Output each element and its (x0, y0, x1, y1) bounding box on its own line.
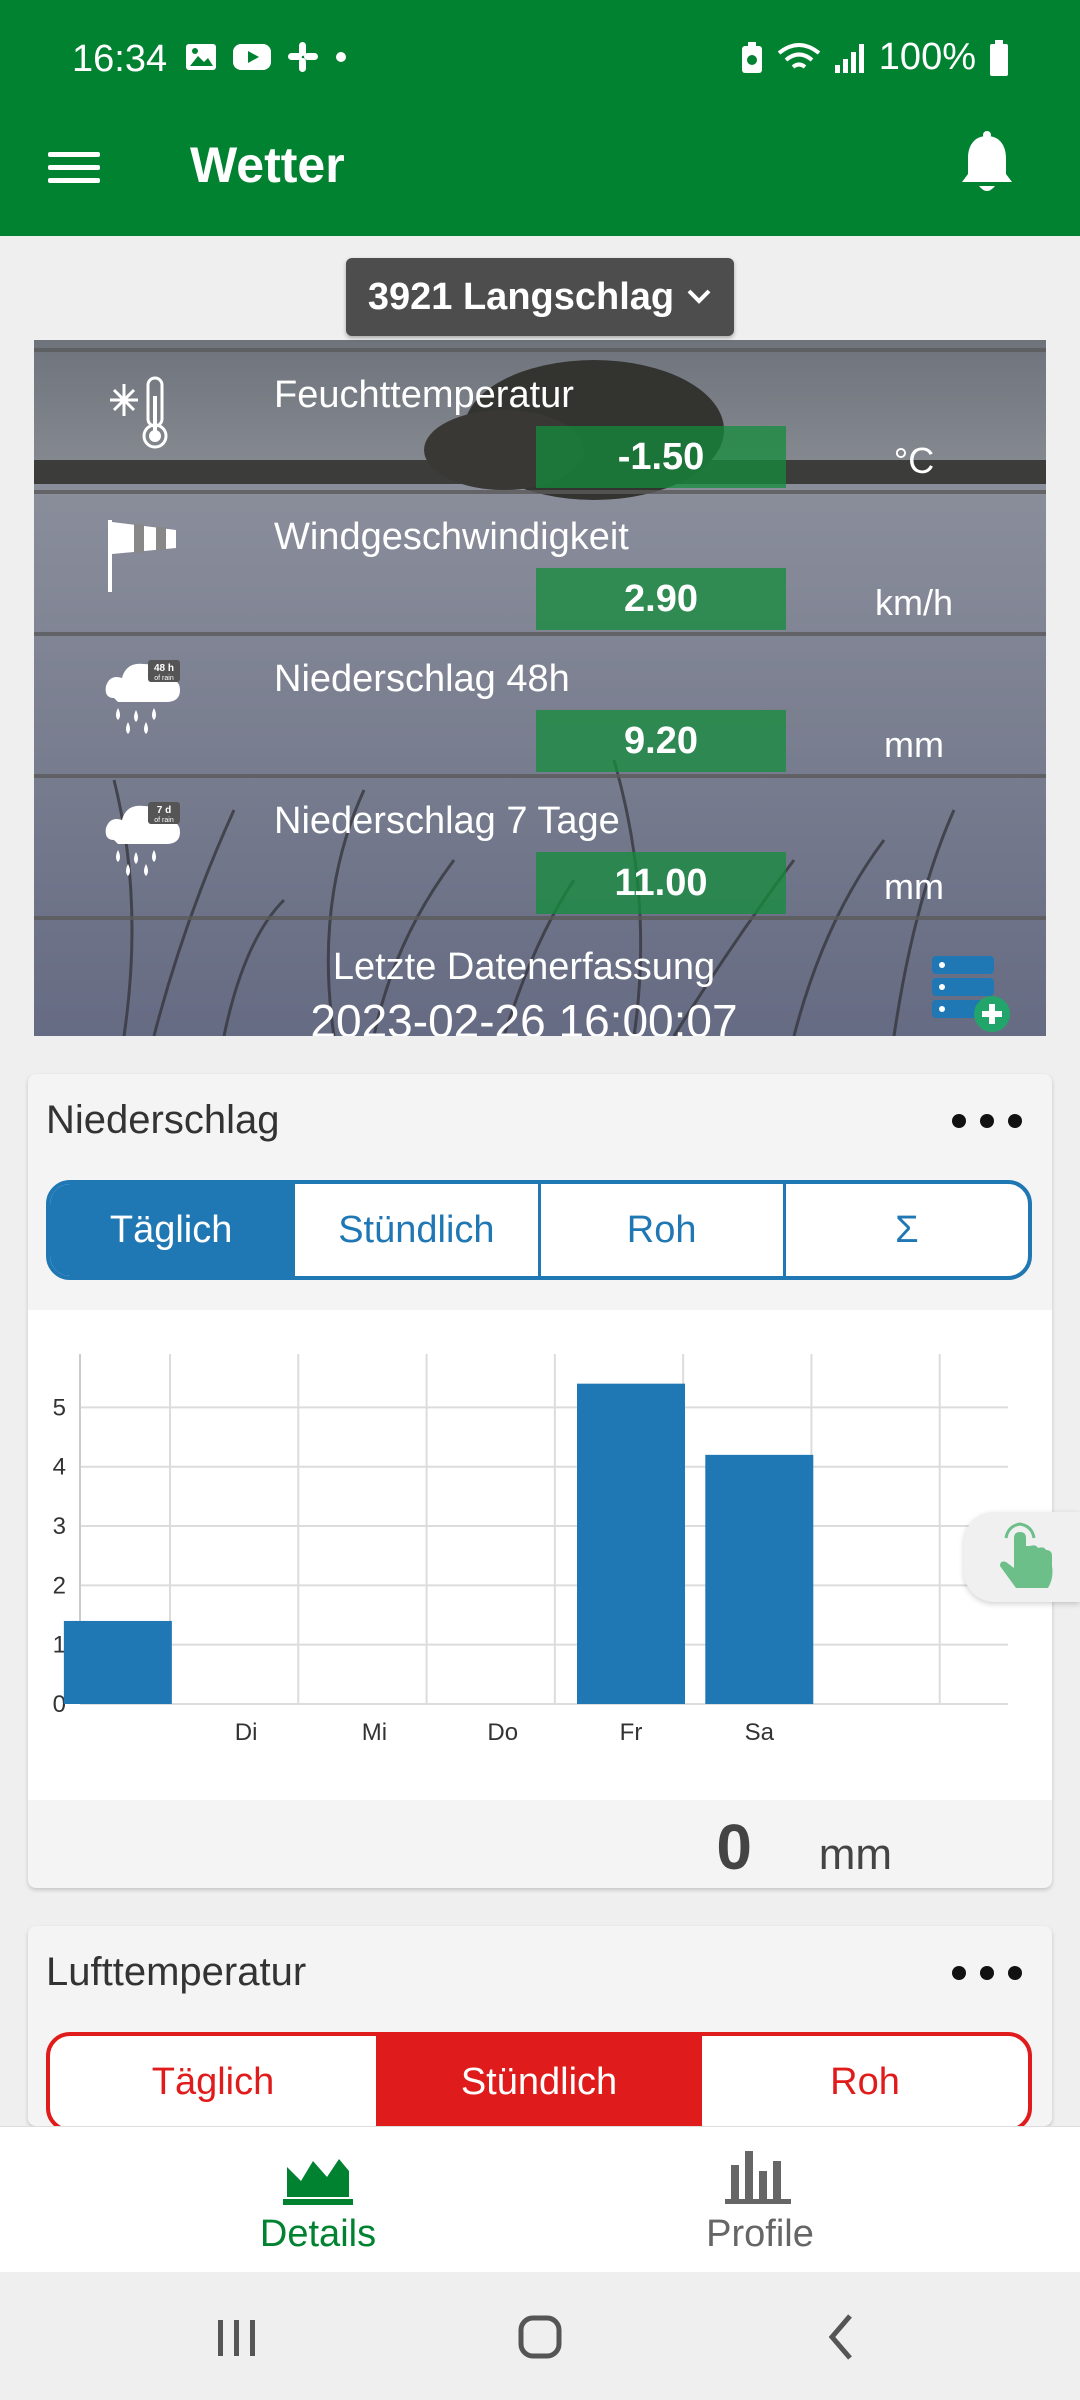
wind-speed-value: 2.90 (536, 568, 786, 630)
rain-7d-label: Niederschlag 7 Tage (274, 800, 620, 842)
rain-48h-unit: mm (884, 724, 944, 765)
weather-row-rain-7d: 7 d of rain Niederschlag 7 Tage 11.00 mm (34, 774, 1046, 916)
bar-chart-icon (725, 2151, 791, 2204)
wifi-icon (777, 42, 821, 69)
chart-bar (63, 1620, 172, 1704)
tab-sum[interactable]: Σ (786, 1184, 1028, 1276)
svg-text:of rain: of rain (154, 675, 174, 682)
notification-icons (184, 40, 348, 74)
rain-48h-value: 9.20 (536, 710, 786, 772)
wet-temperature-unit: °C (893, 440, 935, 481)
chart-y-tick-label: 2 (53, 1572, 66, 1599)
recent-apps-icon[interactable] (202, 2302, 272, 2372)
last-data-timestamp: 2023-02-26 16:00:07 (310, 995, 738, 1036)
bottom-navigation: Details Profile (0, 2126, 1080, 2272)
wet-temperature-value: -1.50 (536, 426, 786, 488)
status-time: 16:34 (72, 38, 168, 80)
wet-temperature-label: Feuchttemperatur (274, 374, 574, 416)
system-navigation-bar (0, 2272, 1080, 2400)
rain-7d-value: 11.00 (536, 852, 786, 914)
slack-icon (288, 42, 318, 72)
chart-bar (577, 1383, 685, 1704)
location-label: 3921 Langschlag (367, 275, 675, 318)
svg-text:48 h: 48 h (154, 663, 174, 674)
back-icon[interactable] (808, 2302, 878, 2372)
precipitation-bar-chart: 012345Di Mi Do Fr Sa (53, 1354, 1008, 1746)
temp-tab-daily[interactable]: Täglich (50, 2036, 376, 2126)
dot-icon (336, 52, 346, 62)
precipitation-tabs: Täglich Stündlich Roh Σ (46, 1180, 1032, 1280)
nav-profile-label: Profile (706, 2213, 814, 2255)
battery-percent: 100% (878, 36, 976, 78)
gallery-icon (186, 44, 216, 70)
precipitation-total-value: 0 (716, 1811, 752, 1883)
status-bar: 16:34 100% (0, 0, 1080, 122)
chart-x-tick-label: Mi (362, 1719, 387, 1746)
youtube-icon (233, 44, 271, 70)
weather-row-wind-speed: Windgeschwindigkeit 2.90 km/h (34, 490, 1046, 632)
notifications-bell-icon[interactable] (954, 130, 1020, 200)
nav-details-label: Details (259, 2213, 377, 2255)
menu-icon[interactable] (48, 144, 100, 196)
temp-tab-hourly[interactable]: Stündlich (376, 2036, 702, 2126)
chart-x-tick-label: Sa (745, 1719, 775, 1746)
precipitation-card: Niederschlag Täglich Stündlich Roh Σ 012… (28, 1074, 1052, 1888)
wind-speed-unit: km/h (874, 582, 953, 623)
chart-y-tick-label: 4 (53, 1454, 66, 1481)
weather-row-rain-48h: 48 h of rain Niederschlag 48h 9.20 mm (34, 632, 1046, 774)
air-temperature-title: Lufttemperatur (46, 1950, 307, 1994)
thermometer-snow-icon (110, 376, 168, 449)
hand-pointer-icon (1000, 1522, 1053, 1588)
precipitation-total-unit: mm (818, 1830, 892, 1879)
svg-text:7 d: 7 d (157, 805, 171, 816)
tab-hourly[interactable]: Stündlich (295, 1184, 541, 1276)
database-add-icon[interactable] (928, 952, 1014, 1036)
weather-row-wet-temperature: Feuchttemperatur -1.50 °C (34, 348, 1046, 490)
rain-48h-icon: 48 h of rain (105, 660, 180, 734)
weather-summary-card: Feuchttemperatur -1.50 °C Windgeschwindi… (34, 340, 1046, 1036)
home-icon[interactable] (505, 2302, 575, 2372)
chart-y-tick-label: 5 (53, 1394, 66, 1421)
precipitation-title: Niederschlag (46, 1098, 280, 1142)
tab-daily[interactable]: Täglich (50, 1184, 296, 1276)
last-data-section: Letzte Datenerfassung 2023-02-26 16:00:0… (34, 916, 1046, 1036)
chart-x-tick-label: Fr (620, 1719, 643, 1746)
svg-text:of rain: of rain (154, 817, 174, 824)
touch-hint-button[interactable] (964, 1512, 1080, 1602)
air-temperature-tabs: Täglich Stündlich Roh (46, 2032, 1032, 2126)
battery-saver-icon (741, 41, 762, 73)
chart-x-tick-label: Di (235, 1719, 258, 1746)
tab-raw[interactable]: Roh (541, 1184, 786, 1276)
nav-details[interactable]: Details (168, 2127, 468, 2273)
precipitation-total: 0 mm (28, 1800, 1052, 1888)
wind-speed-label: Windgeschwindigkeit (274, 516, 629, 558)
rain-7d-unit: mm (884, 866, 944, 907)
precipitation-more-icon[interactable] (952, 1114, 1022, 1134)
last-data-label: Letzte Datenerfassung (332, 946, 716, 988)
chart-y-tick-label: 3 (53, 1513, 66, 1540)
precipitation-chart: 0 1 2 3 4 5 Di Mi Do Fr Sa (28, 1310, 1052, 1800)
air-temperature-more-icon[interactable] (952, 1966, 1022, 1986)
location-dropdown[interactable]: 3921 Langschlag (346, 258, 734, 336)
system-status-icons: 100% (739, 36, 1010, 79)
area-chart-icon (283, 2159, 353, 2205)
chart-x-tick-label: Do (487, 1719, 518, 1746)
app-bar: Wetter (0, 122, 1080, 236)
battery-icon (990, 39, 1008, 76)
nav-profile[interactable]: Profile (610, 2127, 910, 2273)
chevron-down-icon (687, 289, 711, 304)
page-title: Wetter (190, 137, 345, 193)
windsock-icon (108, 520, 176, 592)
signal-icon (834, 43, 864, 73)
temp-tab-raw[interactable]: Roh (702, 2036, 1028, 2126)
rain-48h-label: Niederschlag 48h (274, 658, 570, 700)
chart-bar (705, 1454, 814, 1704)
air-temperature-card: Lufttemperatur Täglich Stündlich Roh (28, 1926, 1052, 2126)
rain-7d-icon: 7 d of rain (105, 802, 180, 876)
